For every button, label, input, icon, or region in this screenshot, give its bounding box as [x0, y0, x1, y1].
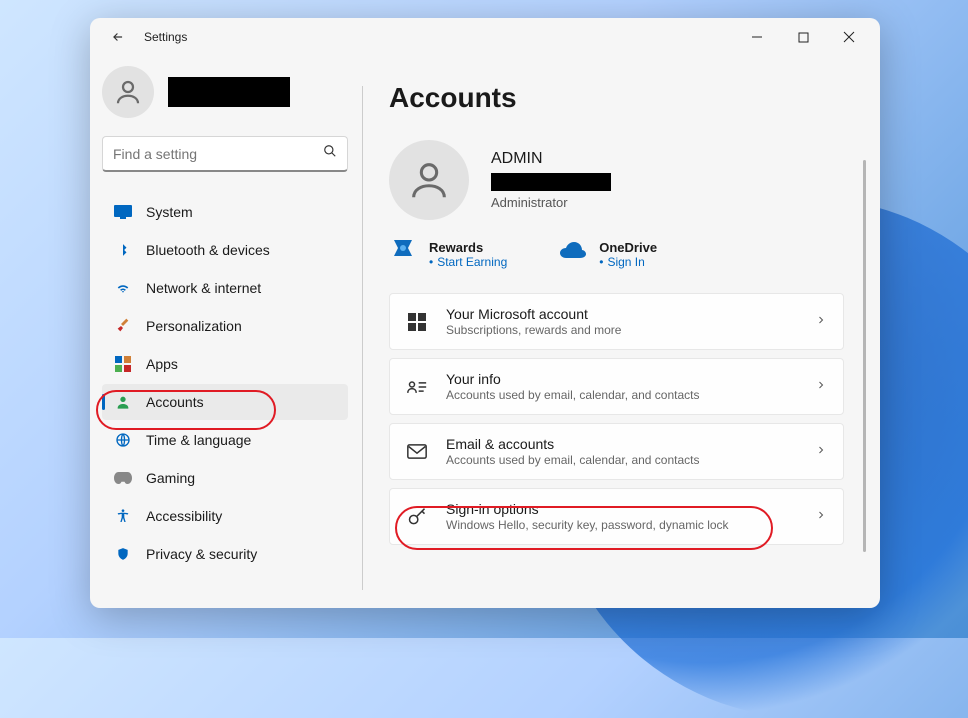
tile-title: Rewards [429, 240, 507, 255]
back-button[interactable] [106, 25, 130, 49]
nav-label: Accessibility [146, 508, 222, 524]
page-title: Accounts [389, 82, 872, 114]
nav-accessibility[interactable]: Accessibility [102, 498, 348, 534]
avatar-icon [389, 140, 469, 220]
nav-label: Time & language [146, 432, 251, 448]
tile-rewards[interactable]: Rewards Start Earning [389, 240, 507, 269]
microsoft-icon [406, 311, 428, 333]
nav-privacy[interactable]: Privacy & security [102, 536, 348, 572]
wifi-icon [114, 279, 132, 297]
window-title: Settings [144, 30, 187, 44]
tile-title: OneDrive [599, 240, 657, 255]
nav: System Bluetooth & devices Network & int… [102, 194, 348, 572]
card-your-info[interactable]: Your info Accounts used by email, calend… [389, 358, 844, 415]
shield-icon [114, 545, 132, 563]
nav-label: Network & internet [146, 280, 261, 296]
redacted-email [491, 173, 611, 191]
chevron-right-icon [815, 443, 827, 461]
search-icon [323, 144, 337, 163]
avatar-icon [102, 66, 154, 118]
search-input[interactable] [113, 146, 323, 162]
card-microsoft-account[interactable]: Your Microsoft account Subscriptions, re… [389, 293, 844, 350]
sidebar-profile[interactable] [102, 66, 348, 118]
nav-system[interactable]: System [102, 194, 348, 230]
tiles: Rewards Start Earning OneDrive Sign In [389, 240, 872, 269]
nav-label: Accounts [146, 394, 204, 410]
onedrive-icon [559, 240, 587, 260]
redacted-name [168, 77, 290, 107]
nav-personalization[interactable]: Personalization [102, 308, 348, 344]
close-button[interactable] [826, 21, 872, 53]
card-sub: Windows Hello, security key, password, d… [446, 518, 797, 532]
titlebar: Settings [90, 18, 880, 56]
gamepad-icon [114, 469, 132, 487]
chevron-right-icon [815, 508, 827, 526]
sidebar: System Bluetooth & devices Network & int… [90, 56, 362, 608]
bluetooth-icon [114, 241, 132, 259]
card-title: Your info [446, 371, 797, 387]
nav-accounts[interactable]: Accounts [102, 384, 348, 420]
nav-label: System [146, 204, 193, 220]
person-icon [114, 393, 132, 411]
nav-apps[interactable]: Apps [102, 346, 348, 382]
chevron-right-icon [815, 313, 827, 331]
scrollbar[interactable] [863, 160, 866, 552]
account-name: ADMIN [491, 150, 611, 168]
main-panel: Accounts ADMIN Administrator Rewards Sta… [363, 56, 880, 608]
minimize-button[interactable] [734, 21, 780, 53]
tile-sub: Sign In [599, 255, 657, 269]
chevron-right-icon [815, 378, 827, 396]
nav-bluetooth[interactable]: Bluetooth & devices [102, 232, 348, 268]
globe-icon [114, 431, 132, 449]
info-card-icon [406, 376, 428, 398]
settings-window: Settings System [90, 18, 880, 608]
account-role: Administrator [491, 195, 611, 210]
apps-icon [114, 355, 132, 373]
search-box[interactable] [102, 136, 348, 172]
nav-label: Apps [146, 356, 178, 372]
rewards-icon [389, 240, 417, 260]
nav-label: Bluetooth & devices [146, 242, 270, 258]
cards: Your Microsoft account Subscriptions, re… [389, 293, 872, 545]
account-header: ADMIN Administrator [389, 140, 872, 220]
nav-time-language[interactable]: Time & language [102, 422, 348, 458]
key-icon [406, 506, 428, 528]
card-sub: Accounts used by email, calendar, and co… [446, 388, 797, 402]
card-title: Sign-in options [446, 501, 797, 517]
maximize-button[interactable] [780, 21, 826, 53]
card-sub: Subscriptions, rewards and more [446, 323, 797, 337]
accessibility-icon [114, 507, 132, 525]
nav-label: Gaming [146, 470, 195, 486]
card-title: Email & accounts [446, 436, 797, 452]
system-icon [114, 203, 132, 221]
mail-icon [406, 441, 428, 463]
tile-sub: Start Earning [429, 255, 507, 269]
nav-gaming[interactable]: Gaming [102, 460, 348, 496]
card-signin-options[interactable]: Sign-in options Windows Hello, security … [389, 488, 844, 545]
nav-network[interactable]: Network & internet [102, 270, 348, 306]
card-title: Your Microsoft account [446, 306, 797, 322]
tile-onedrive[interactable]: OneDrive Sign In [559, 240, 657, 269]
nav-label: Personalization [146, 318, 242, 334]
nav-label: Privacy & security [146, 546, 257, 562]
brush-icon [114, 317, 132, 335]
card-email-accounts[interactable]: Email & accounts Accounts used by email,… [389, 423, 844, 480]
card-sub: Accounts used by email, calendar, and co… [446, 453, 797, 467]
